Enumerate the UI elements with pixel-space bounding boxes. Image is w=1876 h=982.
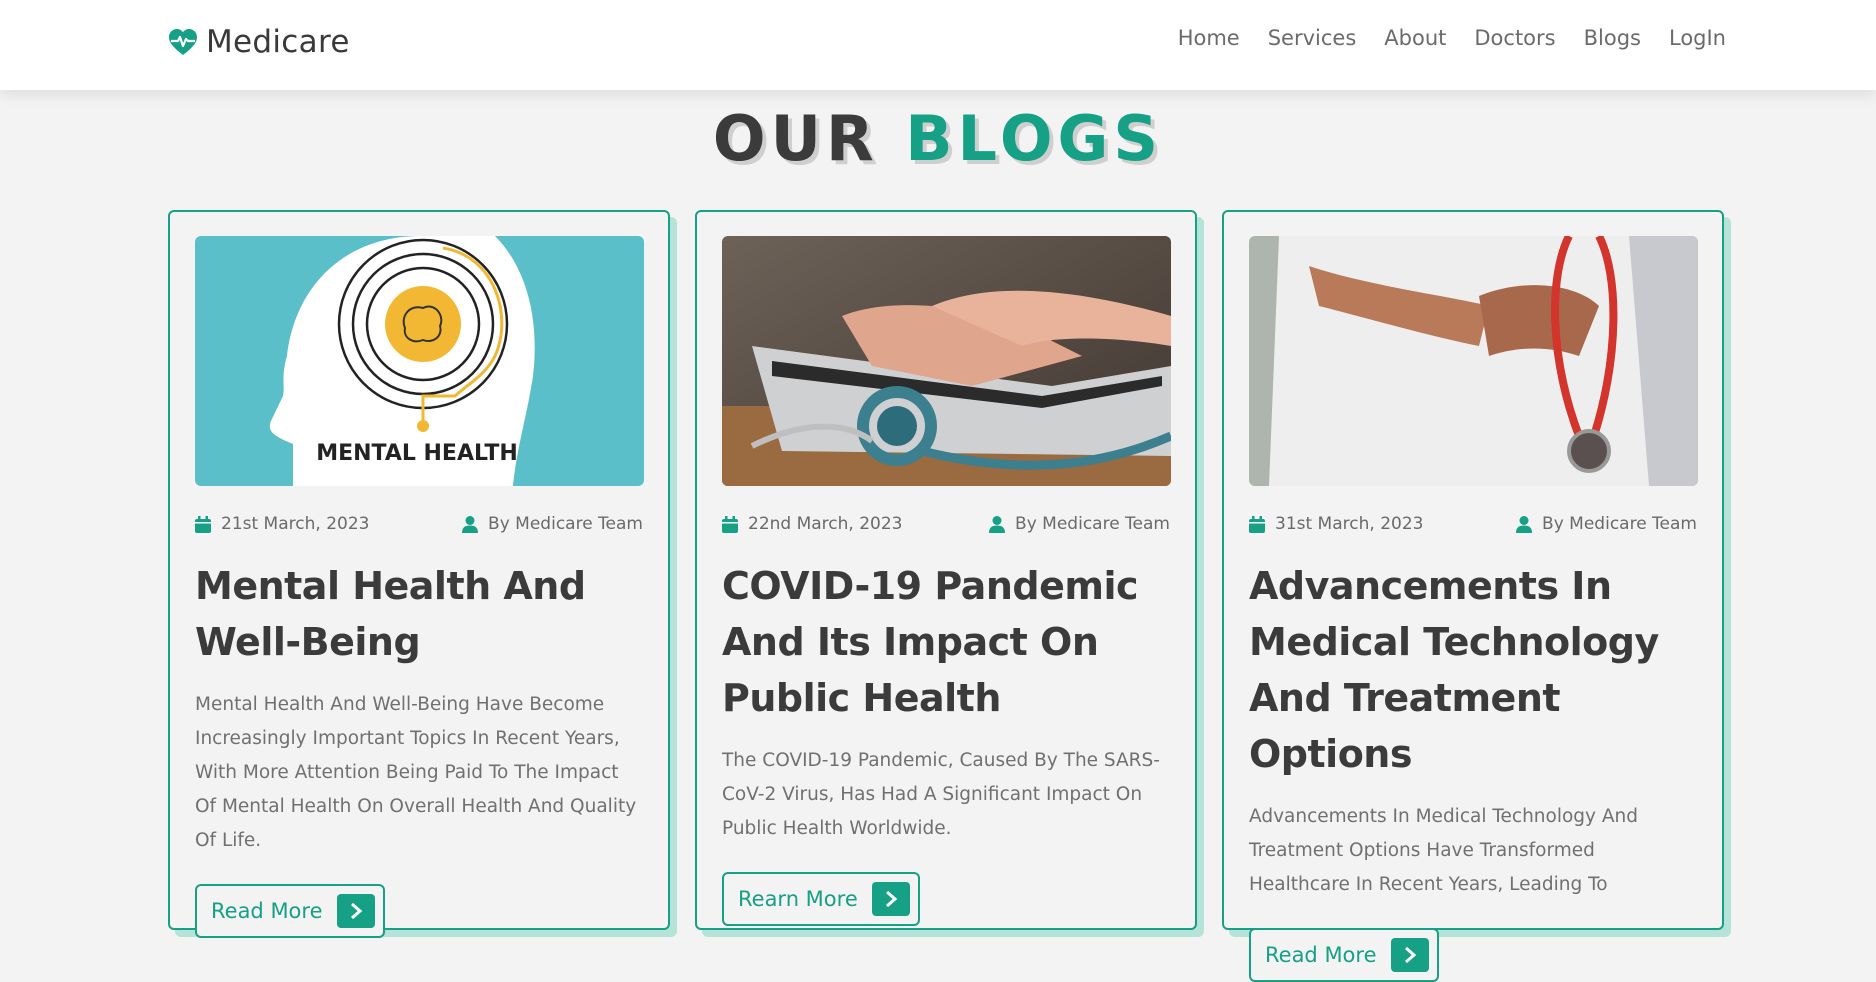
post-meta: 21st March, 2023 By Medicare Team	[195, 512, 643, 536]
post-title[interactable]: Mental Health And Well-Being	[195, 558, 643, 670]
brand-name: Medicare	[206, 24, 350, 60]
section-title-part1: OUR	[712, 102, 879, 175]
user-icon	[462, 515, 479, 533]
blog-card: MENTAL HEALTH 21st March, 2023 By Medica…	[168, 210, 670, 938]
user-icon	[989, 515, 1006, 533]
post-author: By Medicare Team	[462, 514, 643, 534]
nav-services[interactable]: Services	[1268, 26, 1357, 50]
blog-card: 31st March, 2023 By Medicare Team Advanc…	[1222, 210, 1724, 982]
read-more-button[interactable]: Read More	[1249, 928, 1439, 982]
heart-pulse-icon	[169, 29, 197, 55]
post-date: 22nd March, 2023	[722, 514, 903, 534]
post-meta: 31st March, 2023 By Medicare Team	[1249, 512, 1697, 536]
nav-doctors[interactable]: Doctors	[1474, 26, 1555, 50]
calendar-icon	[195, 515, 211, 533]
post-excerpt: The COVID-19 Pandemic, Caused By The SAR…	[722, 750, 1160, 839]
chevron-right-icon	[336, 894, 375, 928]
mental-health-image: MENTAL HEALTH	[195, 236, 644, 486]
chevron-right-icon	[871, 882, 910, 916]
section-title-part2: BLOGS	[905, 102, 1164, 175]
blog-card: 22nd March, 2023 By Medicare Team COVID-…	[695, 210, 1197, 930]
post-title[interactable]: COVID-19 Pandemic And Its Impact On Publ…	[722, 558, 1170, 726]
post-excerpt: Advancements In Medical Technology And T…	[1249, 806, 1638, 895]
nav-login[interactable]: LogIn	[1669, 26, 1726, 50]
calendar-icon	[722, 515, 738, 533]
post-author: By Medicare Team	[1516, 514, 1697, 534]
user-icon	[1516, 515, 1533, 533]
brand-logo[interactable]: Medicare	[168, 22, 350, 62]
read-more-button[interactable]: Rearn More	[722, 872, 920, 926]
post-meta: 22nd March, 2023 By Medicare Team	[722, 512, 1170, 536]
nav-blogs[interactable]: Blogs	[1584, 26, 1641, 50]
nav-home[interactable]: Home	[1178, 26, 1240, 50]
post-date: 21st March, 2023	[195, 514, 369, 534]
section-title: OUR BLOGS	[0, 102, 1876, 175]
post-date: 31st March, 2023	[1249, 514, 1423, 534]
main-nav: Home Services About Doctors Blogs LogIn	[1178, 26, 1726, 50]
site-header: Medicare Home Services About Doctors Blo…	[0, 0, 1876, 90]
calendar-icon	[1249, 515, 1265, 533]
post-excerpt: Mental Health And Well-Being Have Become…	[195, 694, 637, 851]
chevron-right-icon	[1390, 938, 1429, 972]
post-title[interactable]: Advancements In Medical Technology And T…	[1249, 558, 1697, 782]
post-author: By Medicare Team	[989, 514, 1170, 534]
nav-about[interactable]: About	[1384, 26, 1446, 50]
laptop-stethoscope-image	[722, 236, 1171, 486]
read-more-button[interactable]: Read More	[195, 884, 385, 938]
image-caption: MENTAL HEALTH	[316, 441, 518, 466]
doctor-stethoscope-image	[1249, 236, 1698, 486]
